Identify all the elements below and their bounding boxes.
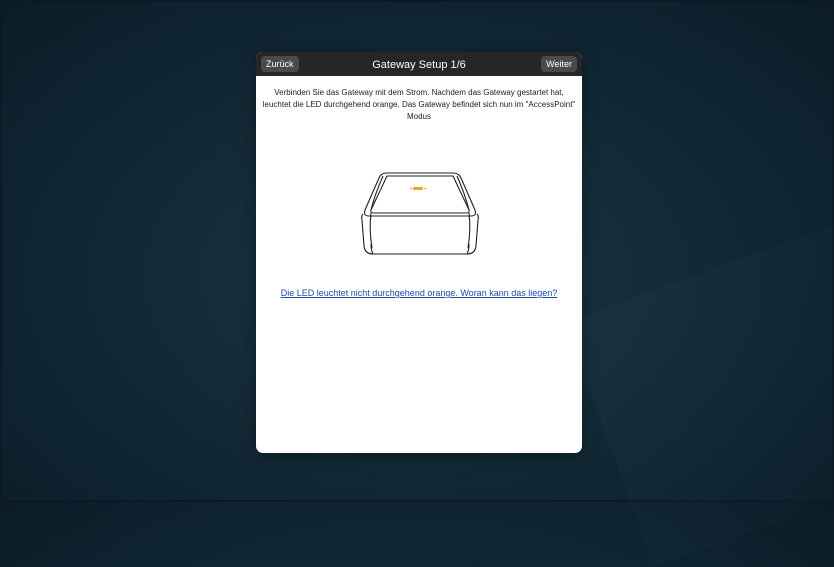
led-indicator-icon [410,187,426,190]
next-button[interactable]: Weiter [541,56,577,72]
gateway-device-icon [361,172,479,255]
led-help-link[interactable]: Die LED leuchtet nicht durchgehend orang… [256,288,582,298]
instructions-text: Verbinden Sie das Gateway mit dem Strom.… [262,88,576,121]
dialog-header: Zurück Gateway Setup 1/6 Weiter [256,52,582,76]
gateway-setup-dialog: Zurück Gateway Setup 1/6 Weiter Verbinde… [256,52,582,453]
dialog-title: Gateway Setup 1/6 [372,59,466,71]
